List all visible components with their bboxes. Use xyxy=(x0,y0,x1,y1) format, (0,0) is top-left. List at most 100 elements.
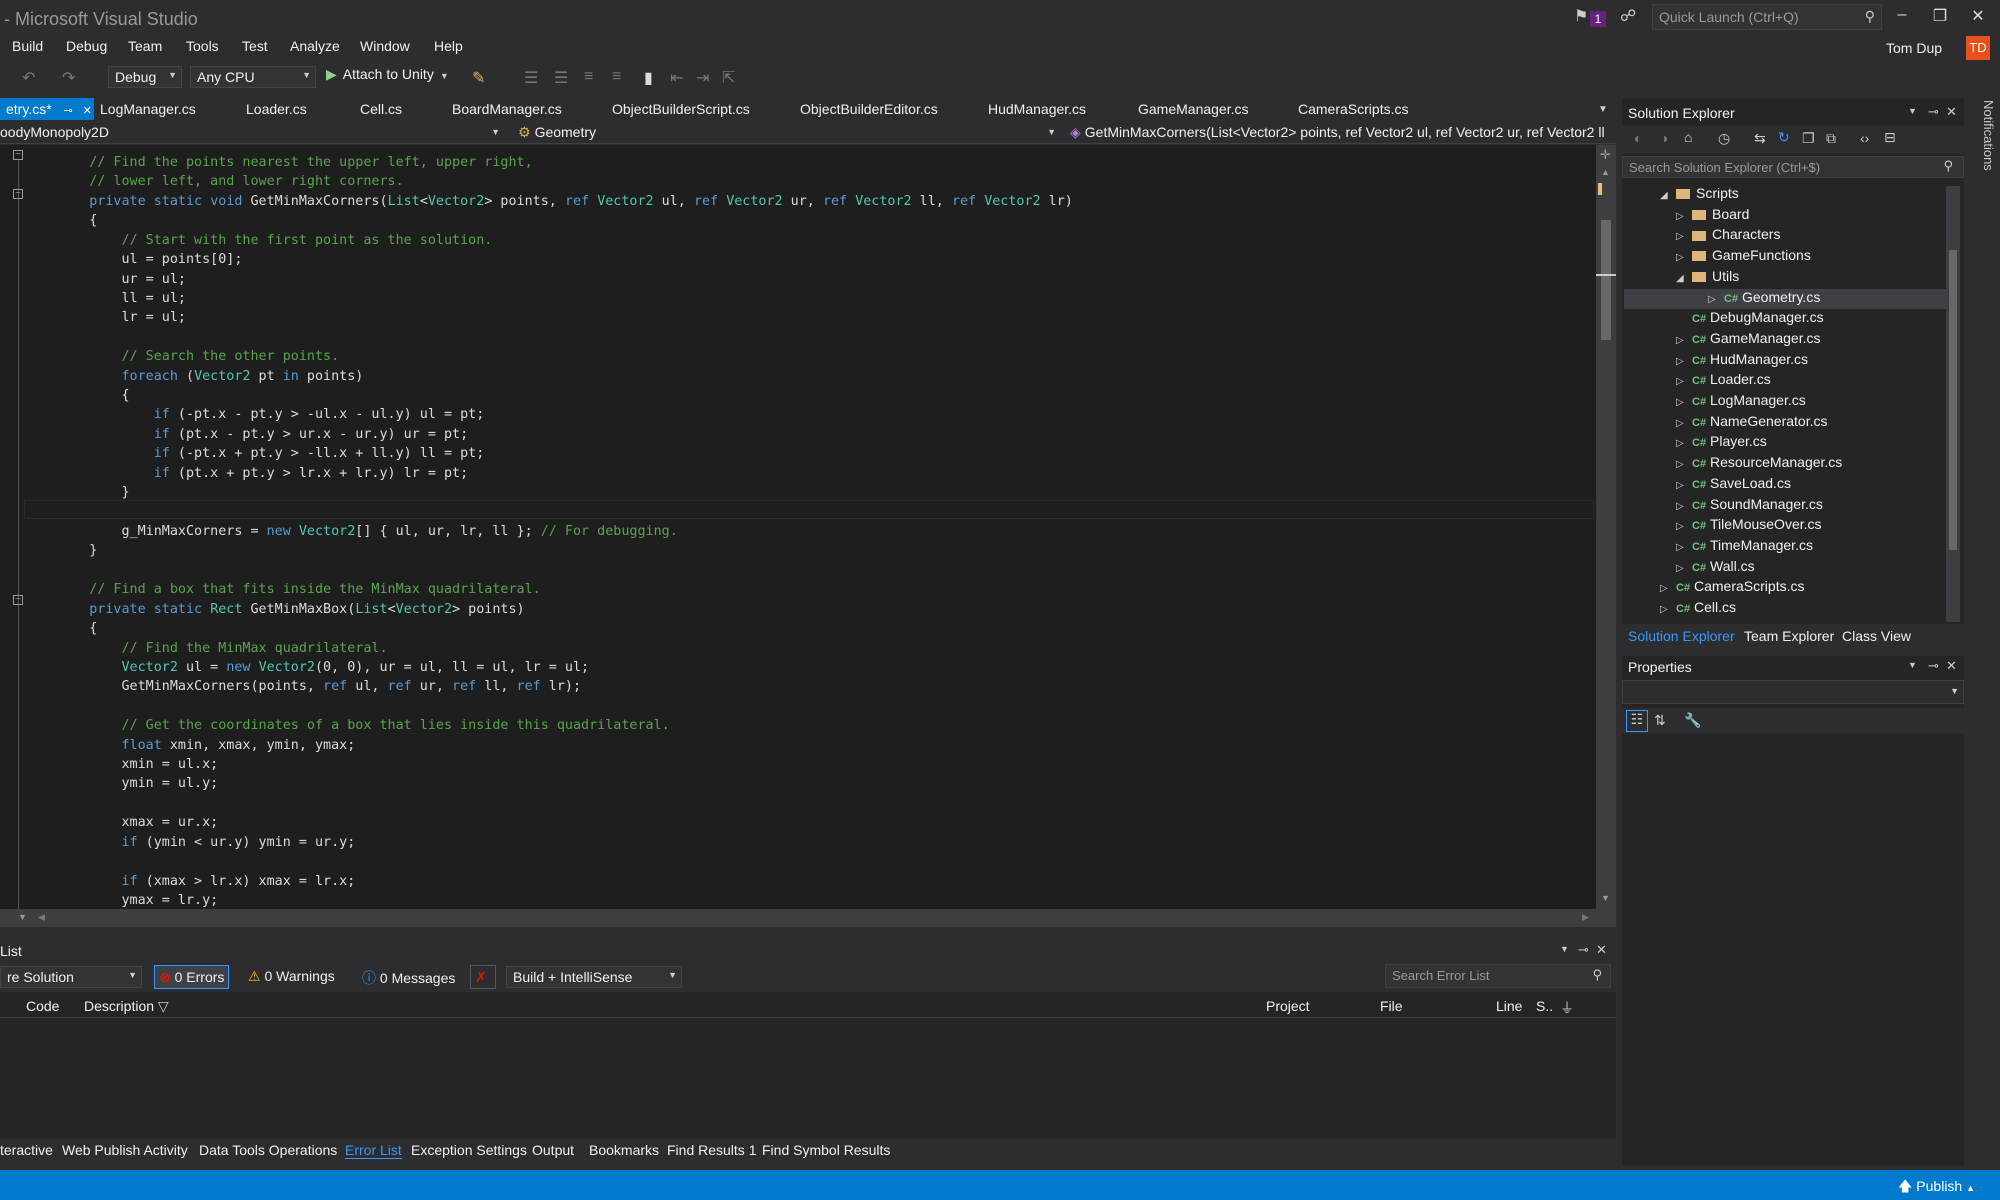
tab-boardmanager[interactable]: BoardManager.cs xyxy=(452,98,562,120)
menu-debug[interactable]: Debug xyxy=(66,38,107,54)
split-icon[interactable]: ✛ xyxy=(1600,147,1611,163)
expand-arrow-icon[interactable]: ▷ xyxy=(1676,418,1692,429)
back-icon[interactable]: ◐ xyxy=(1634,130,1642,146)
type-dropdown[interactable]: ⚙ Geometry ▼ xyxy=(518,124,1060,141)
close-icon[interactable]: ✕ xyxy=(1946,658,1957,674)
chevron-down-icon[interactable]: ▼ xyxy=(1908,660,1917,670)
member-dropdown[interactable]: ◈ GetMinMaxCorners(List<Vector2> points, … xyxy=(1070,124,1614,141)
tab-gamemanager[interactable]: GameManager.cs xyxy=(1138,98,1249,120)
collapse-arrow-icon[interactable]: ◢ xyxy=(1660,190,1676,201)
tab-geometry[interactable]: etry.cs* ⊸ ✕ xyxy=(0,98,94,120)
expand-arrow-icon[interactable]: ▷ xyxy=(1676,376,1692,387)
tab-interactive[interactable]: teractive xyxy=(0,1142,53,1158)
code-editor[interactable]: − − − // Find the points nearest the upp… xyxy=(0,145,1616,909)
tree-file[interactable]: ▷ C# NameGenerator.cs xyxy=(1676,413,1828,433)
tab-error-list[interactable]: Error List xyxy=(345,1142,402,1159)
comment-icon[interactable]: ≡ xyxy=(584,68,593,86)
expand-arrow-icon[interactable]: ▷ xyxy=(1676,356,1692,367)
expand-arrow-icon[interactable]: ▷ xyxy=(1676,211,1692,222)
project-dropdown[interactable]: oodyMonopoly2D ▼ xyxy=(0,124,504,140)
clear-bookmarks-icon[interactable]: ⇱ xyxy=(722,68,735,88)
indent-icon[interactable]: ☰ xyxy=(524,68,538,88)
expand-arrow-icon[interactable]: ▷ xyxy=(1676,459,1692,470)
user-name[interactable]: Tom Dup xyxy=(1886,40,1942,56)
tree-file[interactable]: ▷ C# Cell.cs xyxy=(1660,599,1736,619)
scroll-down-icon[interactable]: ▼ xyxy=(1601,893,1610,903)
tab-objectbuilderscript[interactable]: ObjectBuilderScript.cs xyxy=(612,98,750,120)
expand-arrow-icon[interactable]: ▷ xyxy=(1676,231,1692,242)
vertical-scroll-thumb[interactable] xyxy=(1601,220,1611,340)
zoom-dropdown-icon[interactable]: ▼ xyxy=(18,912,27,922)
clear-filter-icon[interactable]: ✗ xyxy=(470,965,496,989)
collapse-all-icon[interactable]: ❐ xyxy=(1802,130,1815,147)
warnings-filter-button[interactable]: ⚠ 0 Warnings xyxy=(244,965,339,989)
sync-icon[interactable]: ⇆ xyxy=(1754,130,1766,147)
notification-flag[interactable]: ⚑ 1 xyxy=(1574,6,1608,30)
tab-overflow-icon[interactable]: ▼ xyxy=(1598,104,1608,115)
properties-object-dropdown[interactable]: ▼ xyxy=(1622,680,1964,704)
tree-file[interactable]: ▷ C# Loader.cs xyxy=(1676,371,1771,391)
tab-logmanager[interactable]: LogManager.cs xyxy=(100,98,196,120)
tree-file[interactable]: ▷ C# CameraScripts.cs xyxy=(1660,578,1804,598)
tab-class-view[interactable]: Class View xyxy=(1842,628,1911,644)
build-filter-dropdown[interactable]: Build + IntelliSense ▼ xyxy=(506,966,682,988)
configuration-combo[interactable]: Debug ▼ xyxy=(108,66,182,88)
tree-folder[interactable]: ◢ Utils xyxy=(1676,268,1739,288)
collapse-icon[interactable]: − xyxy=(13,189,23,199)
scope-dropdown[interactable]: re Solution ▼ xyxy=(0,966,142,988)
menu-test[interactable]: Test xyxy=(242,38,268,54)
errors-filter-button[interactable]: ⊗ 0 Errors xyxy=(154,965,230,989)
column-project[interactable]: Project xyxy=(1266,998,1310,1014)
column-description[interactable]: Description ▽ xyxy=(84,998,169,1015)
pin-icon[interactable]: ⊸ xyxy=(1928,658,1939,674)
forward-icon[interactable]: ◑ xyxy=(1660,130,1668,146)
tab-find-symbol-results[interactable]: Find Symbol Results xyxy=(762,1142,890,1158)
expand-arrow-icon[interactable]: ▷ xyxy=(1676,563,1692,574)
menu-tools[interactable]: Tools xyxy=(186,38,219,54)
close-icon[interactable]: ✕ xyxy=(1596,942,1607,958)
tab-hudmanager[interactable]: HudManager.cs xyxy=(988,98,1086,120)
tab-exception-settings[interactable]: Exception Settings xyxy=(411,1142,527,1158)
refresh-icon[interactable]: ↻ xyxy=(1778,129,1790,146)
tab-data-tools-operations[interactable]: Data Tools Operations xyxy=(199,1142,337,1158)
expand-arrow-icon[interactable]: ▷ xyxy=(1660,583,1676,594)
restore-button[interactable]: ❐ xyxy=(1926,6,1954,30)
filter-icon[interactable]: ⏚ xyxy=(1560,998,1574,1018)
chevron-down-icon[interactable]: ▼ xyxy=(1908,106,1917,116)
tab-objectbuildereditor[interactable]: ObjectBuilderEditor.cs xyxy=(800,98,938,120)
pin-icon[interactable]: ⊸ xyxy=(64,105,73,117)
scroll-up-icon[interactable]: ▲ xyxy=(1601,167,1610,177)
tree-file[interactable]: ▷ C# Player.cs xyxy=(1676,433,1767,453)
pending-changes-icon[interactable]: ◷ xyxy=(1718,130,1730,147)
tree-file[interactable]: ▷ C# Geometry.cs xyxy=(1624,288,1946,309)
tab-output[interactable]: Output xyxy=(532,1142,574,1158)
tree-file[interactable]: ▷ C# GameManager.cs xyxy=(1676,330,1821,350)
feedback-icon[interactable]: ☍ xyxy=(1620,6,1642,28)
publish-button[interactable]: 🡅 Publish ▲ xyxy=(1898,1176,1975,1200)
column-suppression[interactable]: S.. xyxy=(1536,998,1553,1014)
chevron-down-icon[interactable]: ▼ xyxy=(1560,944,1569,954)
expand-arrow-icon[interactable]: ▷ xyxy=(1676,397,1692,408)
tree-file[interactable]: ▷ C# TimeManager.cs xyxy=(1676,537,1813,557)
column-line[interactable]: Line xyxy=(1496,998,1522,1014)
undo-icon[interactable]: ↶ xyxy=(22,68,35,88)
attach-process-icon[interactable]: ✎ xyxy=(472,68,485,88)
quick-launch-input[interactable]: Quick Launch (Ctrl+Q) ⚲ xyxy=(1652,4,1882,30)
scroll-right-icon[interactable]: ▶ xyxy=(1582,912,1589,923)
alphabetical-icon[interactable]: ⇅ xyxy=(1654,712,1666,729)
collapse-icon[interactable]: − xyxy=(13,150,23,160)
tree-file[interactable]: C# DebugManager.cs xyxy=(1676,309,1824,329)
property-pages-icon[interactable]: 🔧 xyxy=(1684,712,1701,729)
tree-folder[interactable]: ▷ GameFunctions xyxy=(1676,247,1811,267)
pin-icon[interactable]: ⊸ xyxy=(1578,942,1589,958)
avatar[interactable]: TD xyxy=(1966,36,1990,60)
tab-cell[interactable]: Cell.cs xyxy=(360,98,402,120)
tree-file[interactable]: ▷ C# ResourceManager.cs xyxy=(1676,454,1842,474)
expand-arrow-icon[interactable]: ▷ xyxy=(1676,521,1692,532)
tree-folder[interactable]: ▷ Board xyxy=(1676,206,1749,226)
menu-team[interactable]: Team xyxy=(128,38,162,54)
platform-combo[interactable]: Any CPU ▼ xyxy=(190,66,316,88)
tab-loader[interactable]: Loader.cs xyxy=(246,98,307,120)
collapse-arrow-icon[interactable]: ◢ xyxy=(1676,273,1692,284)
tab-camerascripts[interactable]: CameraScripts.cs xyxy=(1298,98,1408,120)
